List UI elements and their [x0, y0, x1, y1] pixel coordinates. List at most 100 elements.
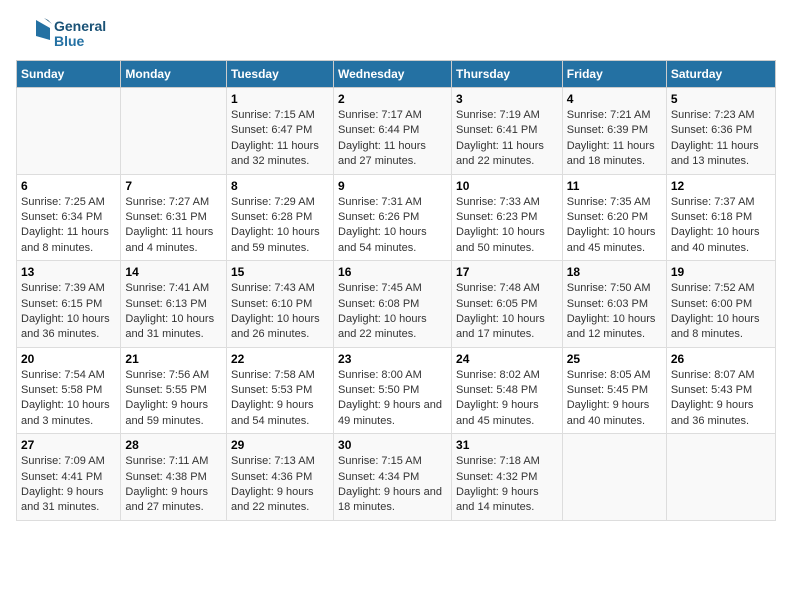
- day-info: Sunrise: 7:45 AMSunset: 6:08 PMDaylight:…: [338, 282, 427, 340]
- day-number: 23: [338, 352, 447, 366]
- header-cell-tuesday: Tuesday: [226, 61, 333, 88]
- day-cell: 22 Sunrise: 7:58 AMSunset: 5:53 PMDayligh…: [226, 347, 333, 434]
- day-number: 31: [456, 438, 558, 452]
- day-number: 12: [671, 179, 771, 193]
- day-number: 16: [338, 265, 447, 279]
- day-cell: [666, 434, 775, 521]
- day-number: 17: [456, 265, 558, 279]
- day-cell: 5Sunrise: 7:23 AMSunset: 6:36 PMDaylight…: [666, 88, 775, 175]
- day-cell: 23 Sunrise: 8:00 AMSunset: 5:50 PMDayligh…: [334, 347, 452, 434]
- day-cell: [562, 434, 666, 521]
- day-info: Sunrise: 7:33 AMSunset: 6:23 PMDaylight:…: [456, 196, 545, 254]
- day-number: 3: [456, 92, 558, 106]
- day-number: 18: [567, 265, 662, 279]
- day-cell: [121, 88, 227, 175]
- day-cell: 21Sunrise: 7:56 AMSunset: 5:55 PMDayligh…: [121, 347, 227, 434]
- day-cell: 1 Sunrise: 7:15 AMSunset: 6:47 PMDaylight…: [226, 88, 333, 175]
- calendar-body: 1 Sunrise: 7:15 AMSunset: 6:47 PMDaylight…: [17, 88, 776, 521]
- day-cell: 15 Sunrise: 7:43 AMSunset: 6:10 PMDayligh…: [226, 261, 333, 348]
- header-cell-friday: Friday: [562, 61, 666, 88]
- day-cell: 4 Sunrise: 7:21 AMSunset: 6:39 PMDaylight…: [562, 88, 666, 175]
- day-number: 20: [21, 352, 116, 366]
- day-number: 29: [231, 438, 329, 452]
- day-info: Sunrise: 7:25 AMSunset: 6:34 PMDaylight:…: [21, 196, 109, 254]
- day-number: 4: [567, 92, 662, 106]
- day-cell: 30Sunrise: 7:15 AMSunset: 4:34 PMDayligh…: [334, 434, 452, 521]
- day-info: Sunrise: 7:21 AMSunset: 6:39 PMDaylight:…: [567, 109, 655, 167]
- day-info: Sunrise: 7:09 AMSunset: 4:41 PMDaylight:…: [21, 455, 105, 513]
- day-cell: [17, 88, 121, 175]
- day-cell: 14 Sunrise: 7:41 AMSunset: 6:13 PMDayligh…: [121, 261, 227, 348]
- day-cell: 29 Sunrise: 7:13 AMSunset: 4:36 PMDayligh…: [226, 434, 333, 521]
- week-row-3: 13Sunrise: 7:39 AMSunset: 6:15 PMDayligh…: [17, 261, 776, 348]
- day-number: 14: [125, 265, 222, 279]
- logo-svg: [16, 16, 52, 52]
- day-number: 28: [125, 438, 222, 452]
- day-number: 19: [671, 265, 771, 279]
- day-cell: 19 Sunrise: 7:52 AMSunset: 6:00 PMDayligh…: [666, 261, 775, 348]
- day-cell: 12Sunrise: 7:37 AMSunset: 6:18 PMDayligh…: [666, 174, 775, 261]
- day-info: Sunrise: 7:58 AMSunset: 5:53 PMDaylight:…: [231, 369, 315, 427]
- day-info: Sunrise: 7:13 AMSunset: 4:36 PMDaylight:…: [231, 455, 315, 513]
- week-row-2: 6Sunrise: 7:25 AMSunset: 6:34 PMDaylight…: [17, 174, 776, 261]
- day-number: 10: [456, 179, 558, 193]
- day-info: Sunrise: 7:41 AMSunset: 6:13 PMDaylight:…: [125, 282, 214, 340]
- day-number: 2: [338, 92, 447, 106]
- day-number: 24: [456, 352, 558, 366]
- day-info: Sunrise: 7:43 AMSunset: 6:10 PMDaylight:…: [231, 282, 320, 340]
- day-cell: 6Sunrise: 7:25 AMSunset: 6:34 PMDaylight…: [17, 174, 121, 261]
- day-info: Sunrise: 7:52 AMSunset: 6:00 PMDaylight:…: [671, 282, 760, 340]
- day-number: 15: [231, 265, 329, 279]
- day-number: 22: [231, 352, 329, 366]
- day-number: 21: [125, 352, 222, 366]
- day-cell: 16 Sunrise: 7:45 AMSunset: 6:08 PMDayligh…: [334, 261, 452, 348]
- header-cell-monday: Monday: [121, 61, 227, 88]
- day-info: Sunrise: 7:54 AMSunset: 5:58 PMDaylight:…: [21, 369, 110, 427]
- day-info: Sunrise: 8:00 AMSunset: 5:50 PMDaylight:…: [338, 369, 442, 427]
- day-cell: 28 Sunrise: 7:11 AMSunset: 4:38 PMDayligh…: [121, 434, 227, 521]
- day-cell: 18 Sunrise: 7:50 AMSunset: 6:03 PMDayligh…: [562, 261, 666, 348]
- day-number: 26: [671, 352, 771, 366]
- header-cell-thursday: Thursday: [452, 61, 563, 88]
- day-number: 25: [567, 352, 662, 366]
- day-cell: 17 Sunrise: 7:48 AMSunset: 6:05 PMDayligh…: [452, 261, 563, 348]
- header-row: SundayMondayTuesdayWednesdayThursdayFrid…: [17, 61, 776, 88]
- day-info: Sunrise: 7:27 AMSunset: 6:31 PMDaylight:…: [125, 196, 213, 254]
- day-number: 7: [125, 179, 222, 193]
- day-info: Sunrise: 8:05 AMSunset: 5:45 PMDaylight:…: [567, 369, 651, 427]
- page-header: General Blue: [16, 16, 776, 52]
- day-number: 8: [231, 179, 329, 193]
- day-cell: 24 Sunrise: 8:02 AMSunset: 5:48 PMDayligh…: [452, 347, 563, 434]
- day-cell: 26 Sunrise: 8:07 AMSunset: 5:43 PMDayligh…: [666, 347, 775, 434]
- week-row-4: 20 Sunrise: 7:54 AMSunset: 5:58 PMDayligh…: [17, 347, 776, 434]
- week-row-5: 27 Sunrise: 7:09 AMSunset: 4:41 PMDayligh…: [17, 434, 776, 521]
- day-info: Sunrise: 7:31 AMSunset: 6:26 PMDaylight:…: [338, 196, 427, 254]
- day-info: Sunrise: 7:50 AMSunset: 6:03 PMDaylight:…: [567, 282, 656, 340]
- day-info: Sunrise: 8:02 AMSunset: 5:48 PMDaylight:…: [456, 369, 540, 427]
- day-cell: 9 Sunrise: 7:31 AMSunset: 6:26 PMDaylight…: [334, 174, 452, 261]
- day-cell: 20 Sunrise: 7:54 AMSunset: 5:58 PMDayligh…: [17, 347, 121, 434]
- day-cell: 31 Sunrise: 7:18 AMSunset: 4:32 PMDayligh…: [452, 434, 563, 521]
- calendar-table: SundayMondayTuesdayWednesdayThursdayFrid…: [16, 60, 776, 521]
- day-info: Sunrise: 8:07 AMSunset: 5:43 PMDaylight:…: [671, 369, 755, 427]
- day-info: Sunrise: 7:29 AMSunset: 6:28 PMDaylight:…: [231, 196, 320, 254]
- day-cell: 25 Sunrise: 8:05 AMSunset: 5:45 PMDayligh…: [562, 347, 666, 434]
- day-info: Sunrise: 7:48 AMSunset: 6:05 PMDaylight:…: [456, 282, 545, 340]
- day-info: Sunrise: 7:11 AMSunset: 4:38 PMDaylight:…: [125, 455, 208, 513]
- day-info: Sunrise: 7:15 AMSunset: 6:47 PMDaylight:…: [231, 109, 319, 167]
- day-cell: 3 Sunrise: 7:19 AMSunset: 6:41 PMDaylight…: [452, 88, 563, 175]
- calendar-header: SundayMondayTuesdayWednesdayThursdayFrid…: [17, 61, 776, 88]
- day-info: Sunrise: 7:18 AMSunset: 4:32 PMDaylight:…: [456, 455, 540, 513]
- day-info: Sunrise: 7:23 AMSunset: 6:36 PMDaylight:…: [671, 109, 759, 167]
- day-number: 9: [338, 179, 447, 193]
- day-cell: 10 Sunrise: 7:33 AMSunset: 6:23 PMDayligh…: [452, 174, 563, 261]
- logo: General Blue: [16, 16, 106, 52]
- day-cell: 7 Sunrise: 7:27 AMSunset: 6:31 PMDaylight…: [121, 174, 227, 261]
- day-info: Sunrise: 7:39 AMSunset: 6:15 PMDaylight:…: [21, 282, 110, 340]
- day-info: Sunrise: 7:19 AMSunset: 6:41 PMDaylight:…: [456, 109, 544, 167]
- day-number: 1: [231, 92, 329, 106]
- day-info: Sunrise: 7:17 AMSunset: 6:44 PMDaylight:…: [338, 109, 426, 167]
- logo-line1: General: [54, 19, 106, 34]
- day-number: 27: [21, 438, 116, 452]
- logo-line2: Blue: [54, 34, 106, 49]
